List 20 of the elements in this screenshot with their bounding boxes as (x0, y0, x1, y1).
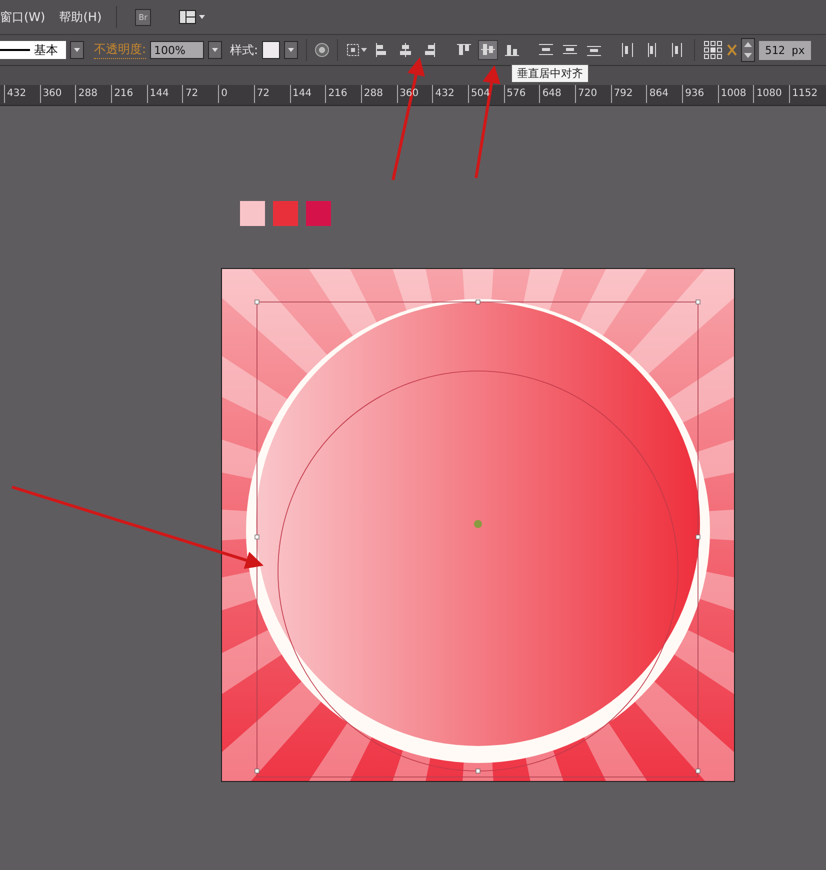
reference-point-icon[interactable] (703, 40, 724, 60)
align-icon (456, 42, 472, 58)
transform-icon[interactable] (346, 43, 368, 57)
align-icon (504, 42, 520, 58)
tooltip: 垂直居中对齐 (511, 64, 589, 83)
menu-item[interactable]: 帮助(H) (59, 8, 102, 26)
align-icon (538, 42, 554, 58)
globe-icon[interactable] (315, 43, 330, 57)
align-icon (480, 42, 496, 58)
x-coordinate-icon (727, 43, 738, 57)
align-button[interactable] (478, 40, 498, 60)
x-coordinate-field[interactable]: 512 px (759, 40, 811, 60)
bridge-button[interactable]: Br (134, 8, 152, 26)
stroke-style-dropdown[interactable]: 基本 (0, 41, 66, 59)
spinner-icon[interactable] (741, 38, 756, 62)
layout-icon[interactable] (179, 10, 206, 24)
style-swatch[interactable] (262, 41, 280, 59)
menu-item[interactable]: 窗口(W) (0, 8, 46, 26)
style-label: 样式: (230, 42, 258, 58)
opacity-field[interactable]: 100% (150, 41, 204, 59)
